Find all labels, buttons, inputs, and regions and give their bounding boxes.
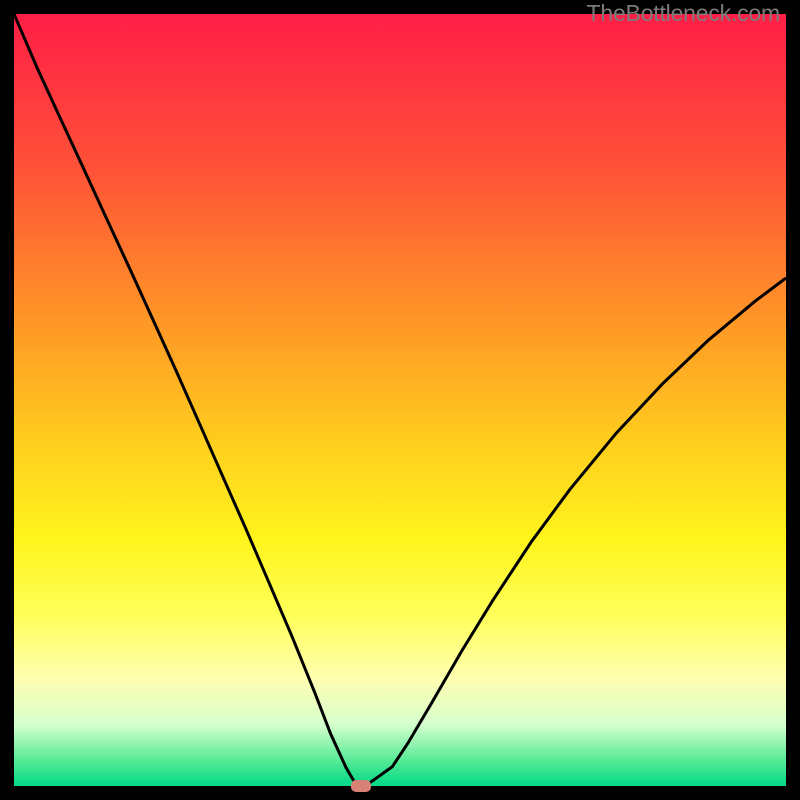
plot-background <box>14 14 786 786</box>
watermark-text: TheBottleneck.com <box>587 0 780 27</box>
bottleneck-chart <box>14 14 786 786</box>
optimal-point-marker <box>351 780 371 792</box>
